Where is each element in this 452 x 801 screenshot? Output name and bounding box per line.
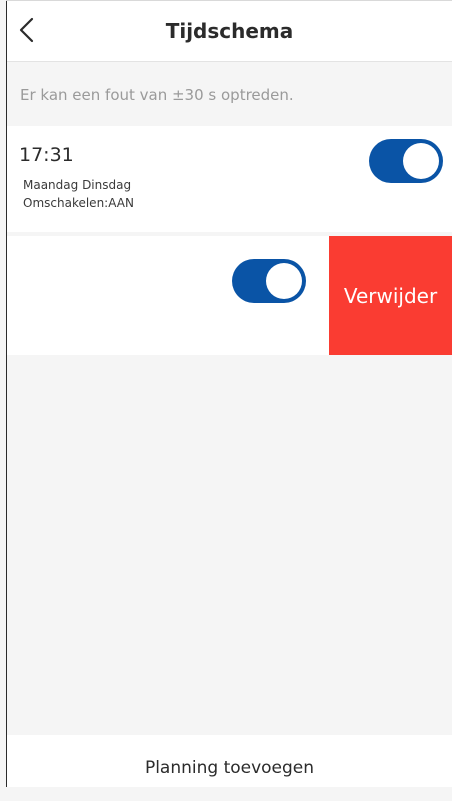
toggle-knob [266, 263, 302, 299]
header-bar: Tijdschema [7, 1, 452, 62]
schedule-item[interactable]: 17:31 Maandag Dinsdag Omschakelen:AAN [7, 126, 452, 232]
schedule-days: Maandag Dinsdag [23, 178, 132, 192]
schedule-toggle[interactable] [369, 139, 443, 183]
schedule-time: 17:31 [19, 144, 74, 166]
footer-bar: Planning toevoegen [7, 735, 452, 787]
info-text: Er kan een fout van ±30 s optreden. [20, 86, 294, 104]
schedule-item-swiped[interactable]: Verwijder [7, 236, 452, 355]
schedule-toggle[interactable] [232, 259, 306, 303]
frame-border-left [6, 0, 7, 787]
toggle-knob [403, 143, 439, 179]
page-title: Tijdschema [165, 19, 294, 43]
delete-button[interactable]: Verwijder [329, 236, 452, 355]
add-schedule-button[interactable]: Planning toevoegen [7, 735, 452, 787]
schedule-action: Omschakelen:AAN [23, 196, 134, 210]
